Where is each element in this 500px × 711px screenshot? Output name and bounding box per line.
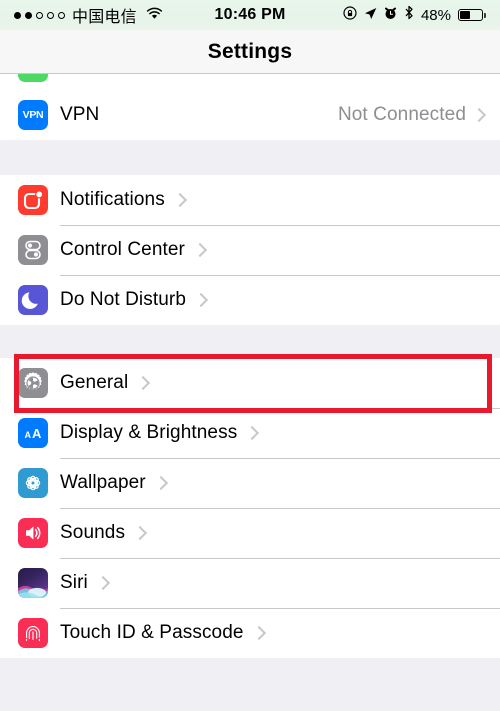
siri-icon	[18, 568, 48, 598]
sounds-icon	[18, 518, 48, 548]
settings-row-siri[interactable]: Siri	[0, 558, 500, 608]
navigation-bar: Settings	[0, 30, 500, 74]
settings-list[interactable]: VPN VPN Not Connected Notifications Cont…	[0, 74, 500, 711]
settings-row-do-not-disturb[interactable]: Do Not Disturb	[0, 275, 500, 325]
group-separator	[0, 140, 500, 175]
vpn-status-value: Not Connected	[337, 104, 466, 125]
wifi-icon	[146, 5, 163, 25]
chevron-right-icon	[245, 425, 260, 441]
settings-row-notifications[interactable]: Notifications	[0, 175, 500, 225]
status-bar-left: 中国电信	[14, 3, 163, 27]
settings-row-general[interactable]: General	[0, 358, 500, 408]
general-gear-icon	[18, 368, 48, 398]
wallpaper-icon	[18, 468, 48, 498]
signal-dot-1	[14, 11, 21, 19]
chevron-right-icon	[95, 575, 110, 591]
signal-dot-2	[25, 11, 32, 19]
settings-group-general: General AA Display & Brightness Wallpape…	[0, 354, 500, 658]
settings-group-vpn: VPN VPN Not Connected	[0, 90, 500, 140]
alarm-clock-icon	[384, 5, 397, 25]
chevron-right-icon	[193, 292, 209, 308]
bluetooth-icon	[404, 5, 414, 25]
settings-row-vpn[interactable]: VPN VPN Not Connected	[0, 90, 500, 140]
settings-row-label: Sounds	[60, 522, 126, 543]
settings-row-label: VPN	[60, 104, 100, 125]
settings-row-label: Display & Brightness	[60, 422, 238, 443]
battery-percent: 48%	[420, 6, 451, 24]
settings-row-label: Wallpaper	[60, 472, 146, 493]
clock-time: 10:46 PM	[214, 6, 286, 23]
rotation-lock-icon	[343, 5, 357, 25]
do-not-disturb-icon	[18, 285, 48, 315]
page-title: Settings	[207, 39, 293, 63]
settings-row-label: Siri	[60, 572, 88, 593]
settings-row-label: General	[60, 372, 129, 393]
partially-scrolled-row[interactable]	[0, 74, 500, 90]
settings-row-display-brightness[interactable]: AA Display & Brightness	[0, 408, 500, 458]
control-center-icon	[18, 235, 48, 265]
personal-hotspot-icon	[18, 74, 48, 82]
settings-row-sounds[interactable]: Sounds	[0, 508, 500, 558]
signal-strength-dots	[14, 11, 65, 19]
signal-dot-4	[47, 11, 54, 19]
settings-row-label: Notifications	[60, 189, 165, 210]
chevron-right-icon	[136, 375, 151, 391]
settings-row-control-center[interactable]: Control Center	[0, 225, 500, 275]
location-arrow-icon	[364, 5, 377, 25]
chevron-right-icon	[153, 475, 168, 491]
chevron-right-icon	[132, 525, 148, 541]
display-brightness-icon: AA	[18, 418, 48, 448]
chevron-right-icon	[192, 242, 208, 258]
settings-row-wallpaper[interactable]: Wallpaper	[0, 458, 500, 508]
signal-dot-3	[36, 11, 43, 19]
settings-row-label: Control Center	[60, 239, 185, 260]
chevron-right-icon	[172, 192, 187, 208]
status-bar: 中国电信 10:46 PM 48%	[0, 0, 500, 30]
chevron-right-icon	[471, 107, 487, 123]
display-brightness-icon-text: AA	[24, 425, 42, 441]
touch-id-passcode-icon	[18, 618, 48, 648]
notifications-icon	[18, 185, 48, 215]
settings-row-label: Do Not Disturb	[60, 289, 186, 310]
vpn-icon-text: VPN	[22, 109, 44, 121]
signal-dot-5	[58, 11, 65, 19]
carrier-name: 中国电信	[72, 9, 137, 26]
settings-group-notifications: Notifications Control Center Do Not Dist…	[0, 175, 500, 325]
vpn-icon: VPN	[18, 100, 48, 130]
settings-row-touch-id-passcode[interactable]: Touch ID & Passcode	[0, 608, 500, 658]
group-separator	[0, 325, 500, 358]
settings-row-label: Touch ID & Passcode	[60, 622, 244, 643]
status-bar-right: 48%	[343, 5, 486, 25]
battery-icon	[458, 9, 486, 21]
chevron-right-icon	[251, 625, 266, 641]
